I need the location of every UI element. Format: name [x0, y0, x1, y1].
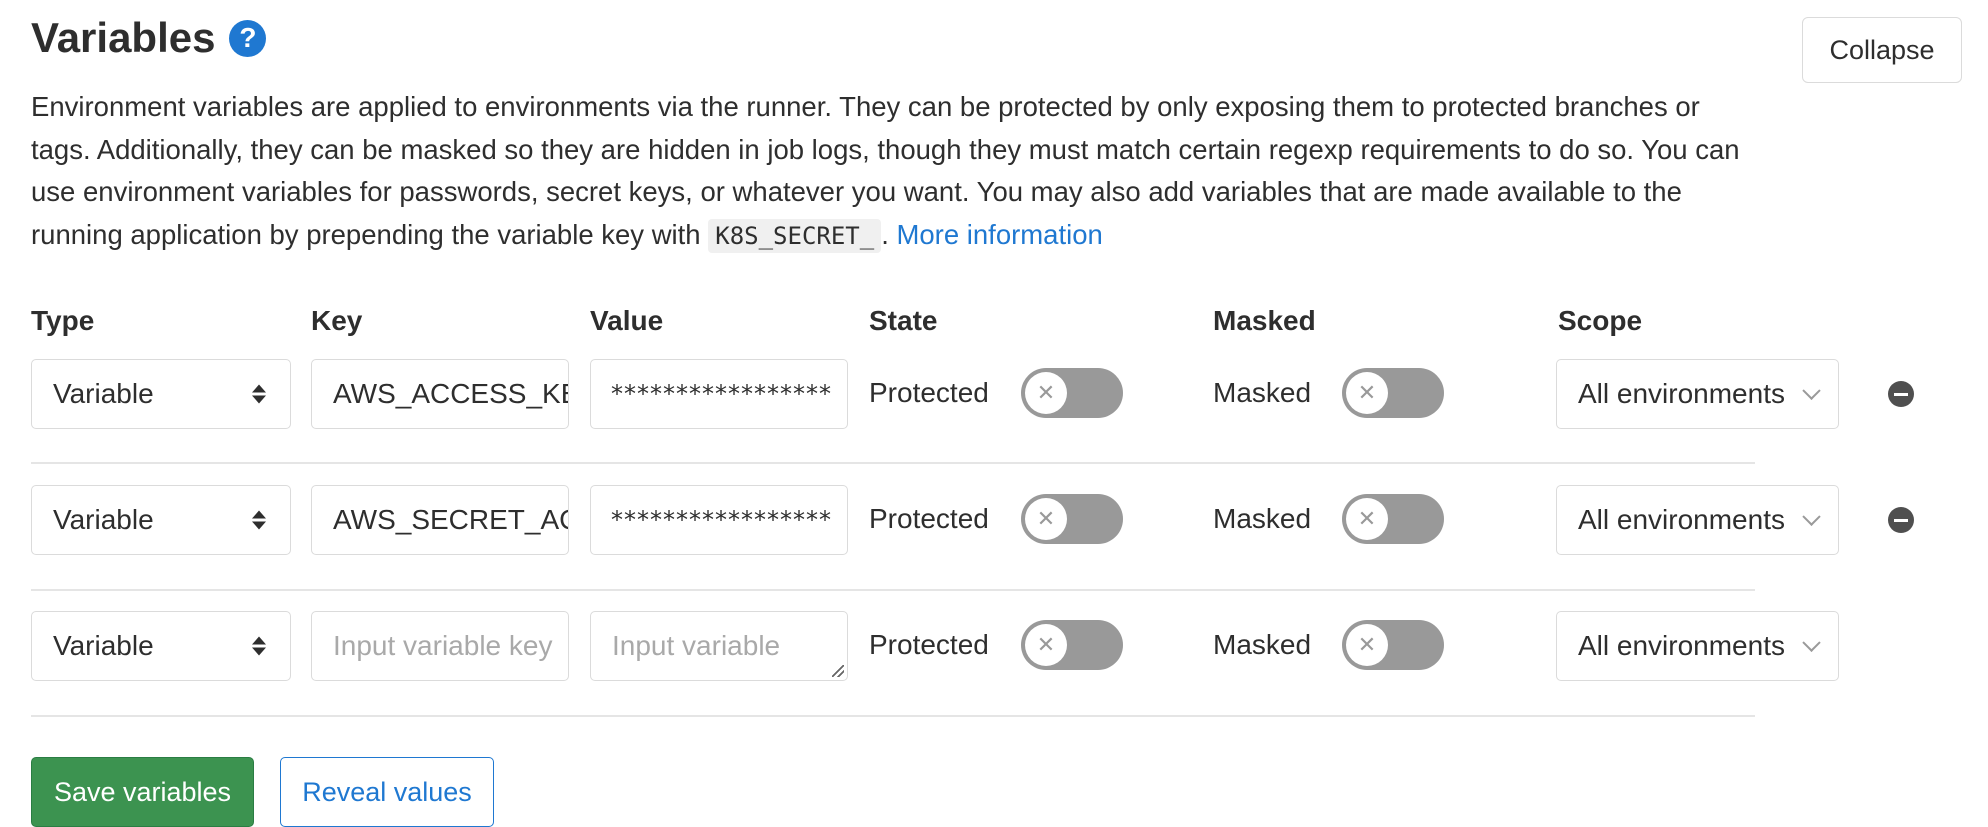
select-arrows-icon — [252, 510, 266, 530]
chevron-down-icon — [1802, 381, 1821, 400]
type-select-value: Variable — [53, 630, 154, 661]
type-select[interactable]: Variable — [31, 485, 291, 555]
scope-value: All environments — [1578, 504, 1785, 535]
column-header-value: Value — [590, 305, 664, 336]
column-header-scope: Scope — [1558, 305, 1643, 336]
protected-toggle[interactable]: ✕ — [1021, 368, 1123, 418]
row-divider — [31, 589, 1755, 591]
help-icon[interactable]: ? — [229, 19, 267, 57]
type-select[interactable]: Variable — [31, 359, 291, 429]
variable-row: Variable Input variable key Input variab… — [0, 611, 1988, 683]
variable-row: Variable AWS_ACCESS_KE *****************… — [0, 359, 1988, 431]
column-header-key: Key — [311, 305, 363, 336]
scope-value: All environments — [1578, 630, 1785, 661]
scope-dropdown[interactable]: All environments — [1556, 485, 1839, 555]
type-select-value: Variable — [53, 504, 154, 535]
type-select[interactable]: Variable — [31, 611, 291, 681]
masked-label: Masked — [1213, 629, 1312, 660]
collapse-button[interactable]: Collapse — [1802, 17, 1962, 83]
page-title: Variables ? — [31, 14, 267, 62]
scope-value: All environments — [1578, 378, 1785, 409]
value-input[interactable]: ***************** — [590, 485, 848, 555]
toggle-off-icon: ✕ — [1346, 624, 1388, 666]
reveal-values-button[interactable]: Reveal values — [280, 757, 494, 827]
masked-toggle[interactable]: ✕ — [1342, 368, 1444, 418]
toggle-off-icon: ✕ — [1025, 498, 1067, 540]
masked-toggle[interactable]: ✕ — [1342, 494, 1444, 544]
resize-handle-icon[interactable] — [832, 665, 844, 677]
row-divider — [31, 715, 1755, 717]
key-input[interactable]: AWS_SECRET_AC — [311, 485, 569, 555]
select-arrows-icon — [252, 636, 266, 656]
protected-toggle[interactable]: ✕ — [1021, 494, 1123, 544]
column-header-state: State — [869, 305, 938, 336]
value-placeholder: Input variable — [612, 630, 781, 661]
description-text-after: . — [881, 218, 889, 250]
remove-variable-icon[interactable] — [1888, 381, 1914, 407]
value-textarea[interactable]: Input variable — [590, 611, 848, 681]
chevron-down-icon — [1802, 633, 1821, 652]
k8s-secret-code: K8S_SECRET_ — [708, 218, 882, 253]
page-title-text: Variables — [31, 14, 216, 61]
masked-label: Masked — [1213, 377, 1312, 408]
column-header-type: Type — [31, 305, 95, 336]
type-select-value: Variable — [53, 378, 154, 409]
toggle-off-icon: ✕ — [1025, 624, 1067, 666]
protected-label: Protected — [869, 629, 989, 660]
section-description: Environment variables are applied to env… — [31, 86, 1751, 257]
protected-toggle[interactable]: ✕ — [1021, 620, 1123, 670]
toggle-off-icon: ✕ — [1346, 498, 1388, 540]
value-input[interactable]: ***************** — [590, 359, 848, 429]
more-information-link[interactable]: More information — [896, 219, 1102, 250]
protected-label: Protected — [869, 503, 989, 534]
row-divider — [31, 462, 1755, 464]
scope-dropdown[interactable]: All environments — [1556, 359, 1839, 429]
select-arrows-icon — [252, 384, 266, 404]
key-input[interactable]: AWS_ACCESS_KE — [311, 359, 569, 429]
masked-toggle[interactable]: ✕ — [1342, 620, 1444, 670]
variable-row: Variable AWS_SECRET_AC *****************… — [0, 485, 1988, 557]
key-input[interactable]: Input variable key — [311, 611, 569, 681]
scope-dropdown[interactable]: All environments — [1556, 611, 1839, 681]
masked-label: Masked — [1213, 503, 1312, 534]
toggle-off-icon: ✕ — [1346, 372, 1388, 414]
protected-label: Protected — [869, 377, 989, 408]
save-variables-button[interactable]: Save variables — [31, 757, 254, 827]
toggle-off-icon: ✕ — [1025, 372, 1067, 414]
column-header-masked: Masked — [1213, 305, 1316, 336]
remove-variable-icon[interactable] — [1888, 507, 1914, 533]
chevron-down-icon — [1802, 507, 1821, 526]
